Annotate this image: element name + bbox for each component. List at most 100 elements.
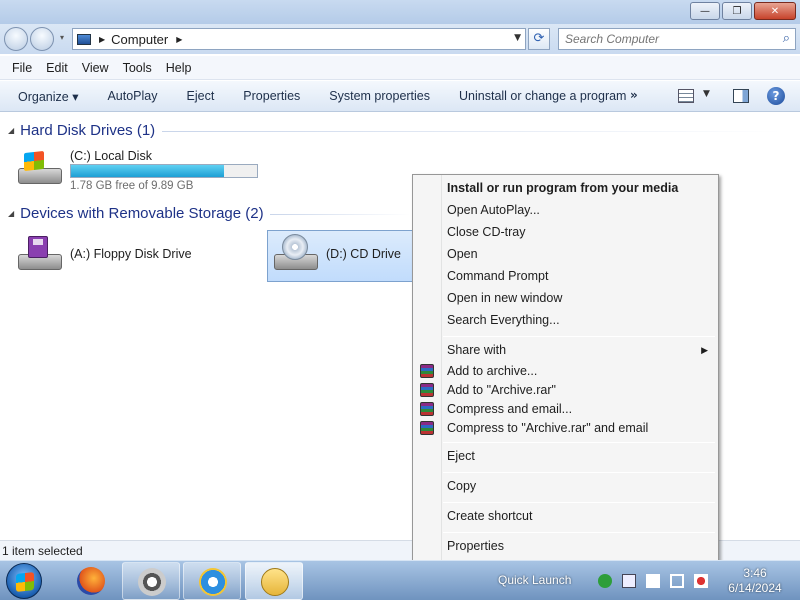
menu-separator bbox=[443, 442, 715, 443]
menu-item-close-cd-tray[interactable]: Close CD-tray bbox=[447, 225, 526, 239]
system-properties-button[interactable]: System properties bbox=[329, 89, 430, 103]
computer-icon bbox=[77, 33, 91, 45]
action-center-flag-icon[interactable] bbox=[646, 574, 660, 588]
breadcrumb-computer[interactable]: Computer bbox=[111, 32, 168, 47]
drive-d-label: (D:) CD Drive bbox=[326, 247, 401, 261]
menu-item-command-prompt[interactable]: Command Prompt bbox=[447, 269, 548, 283]
taskbar-internet-explorer[interactable] bbox=[183, 562, 241, 600]
group-header-removable[interactable]: ◢ Devices with Removable Storage (2) bbox=[8, 205, 264, 222]
winrar-icon bbox=[420, 421, 434, 435]
menu-item-share-with[interactable]: Share with bbox=[447, 343, 506, 357]
drive-c-free-space: 1.78 GB free of 9.89 GB bbox=[70, 180, 194, 192]
notes-tray-icon[interactable] bbox=[622, 574, 636, 588]
menu-file[interactable]: File bbox=[12, 61, 32, 75]
context-menu: Install or run program from your media O… bbox=[412, 174, 719, 562]
drive-a[interactable]: (A:) Floppy Disk Drive bbox=[16, 236, 192, 272]
drive-c-capacity-bar bbox=[70, 164, 258, 178]
winrar-icon bbox=[420, 383, 434, 397]
menu-item-compress-to-rar-email[interactable]: Compress to "Archive.rar" and email bbox=[447, 421, 648, 435]
winrar-icon bbox=[420, 402, 434, 416]
address-dropdown[interactable]: ▼ bbox=[514, 33, 521, 43]
status-text: 1 item selected bbox=[2, 544, 83, 558]
refresh-icon[interactable]: ⟳ bbox=[528, 28, 550, 50]
start-orb-icon[interactable] bbox=[6, 563, 42, 599]
navigation-bar: ▾ ▶ Computer ▶ ▼ ⟳ ⌕ bbox=[0, 24, 800, 54]
menu-edit[interactable]: Edit bbox=[46, 61, 68, 75]
drive-a-label: (A:) Floppy Disk Drive bbox=[70, 247, 192, 261]
volume-muted-icon[interactable] bbox=[694, 574, 708, 588]
menu-item-search-everything[interactable]: Search Everything... bbox=[447, 313, 560, 327]
menu-item-create-shortcut[interactable]: Create shortcut bbox=[447, 509, 532, 523]
menu-item-open-new-window[interactable]: Open in new window bbox=[447, 291, 562, 305]
uninstall-program-button[interactable]: Uninstall or change a program bbox=[459, 89, 626, 103]
drive-d[interactable]: (D:) CD Drive bbox=[272, 234, 401, 272]
quick-launch-toolbar[interactable]: Quick Launch bbox=[498, 573, 571, 587]
group-title-removable: Devices with Removable Storage (2) bbox=[20, 205, 264, 222]
close-button[interactable]: ✕ bbox=[754, 2, 796, 20]
more-commands-button[interactable]: » bbox=[630, 88, 638, 102]
properties-button[interactable]: Properties bbox=[243, 89, 300, 103]
drive-c-capacity-fill bbox=[71, 165, 224, 177]
menu-separator bbox=[443, 502, 715, 503]
hdd-icon bbox=[16, 150, 62, 186]
menu-item-install-or-run[interactable]: Install or run program from your media bbox=[447, 181, 678, 195]
views-dropdown[interactable]: ▼ bbox=[703, 89, 710, 99]
menu-view[interactable]: View bbox=[82, 61, 109, 75]
menu-item-properties[interactable]: Properties bbox=[447, 539, 504, 553]
cd-drive-icon bbox=[272, 234, 318, 272]
preview-pane-icon[interactable] bbox=[733, 89, 749, 103]
title-bar: — ❐ ✕ bbox=[0, 0, 800, 24]
forward-icon[interactable] bbox=[30, 27, 54, 51]
clock-date: 6/14/2024 bbox=[728, 581, 782, 595]
menu-separator bbox=[443, 336, 715, 337]
maximize-button[interactable]: ❐ bbox=[722, 2, 752, 20]
back-icon[interactable] bbox=[4, 27, 28, 51]
winrar-icon bbox=[420, 364, 434, 378]
views-icon[interactable] bbox=[678, 89, 694, 103]
collapse-triangle-icon[interactable]: ◢ bbox=[8, 126, 14, 135]
menu-item-open-autoplay[interactable]: Open AutoPlay... bbox=[447, 203, 540, 217]
eject-button[interactable]: Eject bbox=[187, 89, 215, 103]
security-tray-icon[interactable] bbox=[598, 574, 612, 588]
taskbar-raccoon-app[interactable] bbox=[122, 562, 180, 600]
folder-icon bbox=[261, 568, 289, 596]
system-clock[interactable]: 3:46 6/14/2024 bbox=[722, 566, 788, 596]
autoplay-button[interactable]: AutoPlay bbox=[107, 89, 157, 103]
help-icon[interactable]: ? bbox=[767, 87, 785, 105]
group-header-hdd[interactable]: ◢ Hard Disk Drives (1) bbox=[8, 122, 155, 139]
search-box[interactable]: ⌕ bbox=[558, 28, 796, 50]
window-controls: — ❐ ✕ bbox=[688, 2, 796, 20]
network-tray-icon[interactable] bbox=[670, 574, 684, 588]
group-title-hdd: Hard Disk Drives (1) bbox=[20, 122, 156, 139]
search-input[interactable] bbox=[559, 29, 759, 49]
ie-icon bbox=[199, 568, 227, 596]
address-bar[interactable]: ▶ Computer ▶ ▼ bbox=[72, 28, 526, 50]
menu-separator bbox=[443, 532, 715, 533]
firefox-icon bbox=[77, 567, 105, 595]
menu-item-open[interactable]: Open bbox=[447, 247, 478, 261]
menu-item-compress-and-email[interactable]: Compress and email... bbox=[447, 402, 572, 416]
menu-item-add-to-archive[interactable]: Add to archive... bbox=[447, 364, 537, 378]
menu-item-copy[interactable]: Copy bbox=[447, 479, 476, 493]
raccoon-icon bbox=[138, 568, 166, 596]
breadcrumb-separator[interactable]: ▶ bbox=[99, 35, 105, 44]
icon-column-divider bbox=[441, 175, 442, 561]
menu-separator bbox=[443, 472, 715, 473]
submenu-arrow-icon: ▶ bbox=[701, 346, 708, 356]
taskbar-explorer[interactable] bbox=[245, 562, 303, 600]
search-icon[interactable]: ⌕ bbox=[783, 31, 790, 46]
minimize-button[interactable]: — bbox=[690, 2, 720, 20]
menu-help[interactable]: Help bbox=[166, 61, 192, 75]
group-divider bbox=[270, 214, 410, 215]
drive-c-label: (C:) Local Disk bbox=[70, 149, 152, 163]
collapse-triangle-icon[interactable]: ◢ bbox=[8, 209, 14, 218]
taskbar-firefox[interactable] bbox=[62, 562, 120, 600]
recent-pages-dropdown[interactable]: ▾ bbox=[60, 33, 64, 42]
organize-button[interactable]: Organize ▾ bbox=[18, 89, 78, 104]
menu-tools[interactable]: Tools bbox=[123, 61, 152, 75]
menu-item-add-to-archive-rar[interactable]: Add to "Archive.rar" bbox=[447, 383, 556, 397]
clock-time: 3:46 bbox=[743, 566, 767, 580]
breadcrumb-separator[interactable]: ▶ bbox=[176, 35, 182, 44]
taskbar: Quick Launch 3:46 6/14/2024 bbox=[0, 560, 800, 600]
menu-item-eject[interactable]: Eject bbox=[447, 449, 475, 463]
